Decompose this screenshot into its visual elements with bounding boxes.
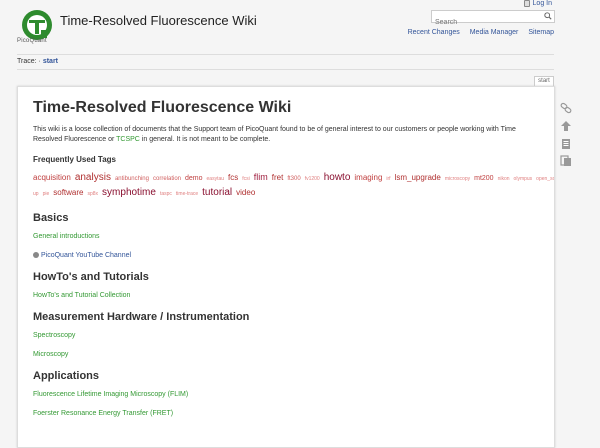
tag-fcs[interactable]: fcs — [228, 173, 238, 182]
tag-antibunching[interactable]: antibunching — [115, 176, 149, 182]
howto-collection-link[interactable]: HowTo's and Tutorial Collection — [33, 292, 539, 299]
tag-howto[interactable]: howto — [324, 172, 351, 183]
tag-software[interactable]: software — [53, 188, 83, 197]
tag-tutorial[interactable]: tutorial — [202, 187, 232, 198]
logo-text: PicoQuant — [17, 38, 47, 44]
trace-label: Trace: — [17, 58, 37, 65]
tag-mt200[interactable]: mt200 — [474, 175, 493, 182]
section-heading-hardware: Measurement Hardware / Instrumentation — [33, 311, 250, 323]
tag-olympus[interactable]: olympus — [514, 176, 533, 182]
tag-irf[interactable]: irf — [386, 176, 390, 182]
tcspc-link[interactable]: TCSPC — [116, 136, 140, 143]
microscopy-link[interactable]: Microscopy — [33, 351, 539, 358]
tag-open_source[interactable]: open_source — [536, 176, 554, 182]
back-to-top-icon[interactable] — [560, 120, 572, 132]
tag-fv1200[interactable]: fv1200 — [305, 176, 320, 182]
intro-paragraph: This wiki is a loose collection of docum… — [33, 125, 523, 145]
flim-link[interactable]: Fluorescence Lifetime Imaging Microscopy… — [33, 391, 539, 398]
youtube-channel-link[interactable]: PicoQuant YouTube Channel — [33, 252, 539, 259]
recent-changes-link[interactable]: Recent Changes — [408, 29, 460, 36]
fret-link[interactable]: Foerster Resonance Energy Transfer (FRET… — [33, 410, 539, 417]
tag-correlation[interactable]: correlation — [153, 176, 181, 182]
media-manager-link[interactable]: Media Manager — [470, 29, 519, 36]
tag-fret[interactable]: fret — [272, 173, 284, 182]
tag-time-trace[interactable]: time-trace — [176, 191, 198, 197]
tag-pie[interactable]: pie — [43, 191, 50, 197]
tag-microscopy[interactable]: microscopy — [445, 176, 470, 182]
tag-analysis[interactable]: analysis — [75, 172, 111, 183]
backlinks-icon[interactable] — [560, 155, 572, 167]
top-nav: Recent Changes Media Manager Sitemap — [400, 29, 554, 36]
trace-start-link[interactable]: start — [43, 58, 58, 65]
intro-text: This wiki is a loose collection of docum… — [33, 126, 516, 143]
divider — [17, 69, 554, 70]
tag-lsm_upgrade[interactable]: lsm_upgrade — [395, 173, 441, 182]
page-id-tab: start — [534, 76, 554, 86]
tags-heading: Frequently Used Tags — [33, 155, 116, 164]
search-icon[interactable] — [544, 12, 552, 20]
tag-easytau[interactable]: easytau — [207, 176, 225, 182]
login-link[interactable]: Log In — [523, 0, 552, 7]
search-box[interactable] — [431, 10, 555, 28]
tag-sp8x[interactable]: sp8x — [87, 191, 98, 197]
tag-acquisition[interactable]: acquisition — [33, 173, 71, 182]
tag-taspc[interactable]: taspc — [160, 191, 172, 197]
tag-ft300[interactable]: ft300 — [287, 176, 300, 182]
lock-icon — [523, 0, 530, 7]
section-heading-howto: HowTo's and Tutorials — [33, 271, 149, 283]
tag-symphotime[interactable]: symphotime — [102, 187, 156, 198]
trace-separator: · — [38, 58, 41, 65]
link-icon[interactable] — [560, 102, 572, 114]
tag-flim[interactable]: flim — [254, 172, 268, 182]
youtube-link-label: PicoQuant YouTube Channel — [41, 252, 132, 259]
search-input[interactable] — [432, 17, 538, 28]
spectroscopy-link[interactable]: Spectroscopy — [33, 332, 539, 339]
sitemap-link[interactable]: Sitemap — [528, 29, 554, 36]
breadcrumb: Trace: · start — [17, 58, 58, 65]
tag-cloud: acquisition analysis antibunching correlati… — [33, 170, 554, 200]
tag-video[interactable]: video — [236, 188, 255, 197]
old-revisions-icon[interactable] — [560, 138, 572, 150]
intro-text-end: in general. It is not meant to be comple… — [139, 136, 271, 143]
tag-fcsi[interactable]: fcsi — [242, 176, 250, 182]
youtube-icon — [33, 252, 39, 259]
section-heading-applications: Applications — [33, 370, 100, 382]
divider — [17, 54, 554, 55]
tag-demo[interactable]: demo — [185, 175, 203, 182]
login-label: Log In — [532, 0, 552, 7]
page-content: Time-Resolved Fluorescence Wiki This wik… — [17, 86, 555, 448]
tag-nikon[interactable]: nikon — [498, 176, 510, 182]
tag-imaging[interactable]: imaging — [354, 173, 382, 182]
site-title[interactable]: Time-Resolved Fluorescence Wiki — [60, 13, 257, 28]
page-title: Time-Resolved Fluorescence Wiki — [33, 99, 292, 116]
general-introductions-link[interactable]: General introductions — [33, 233, 539, 240]
section-heading-basics: Basics — [33, 212, 69, 224]
